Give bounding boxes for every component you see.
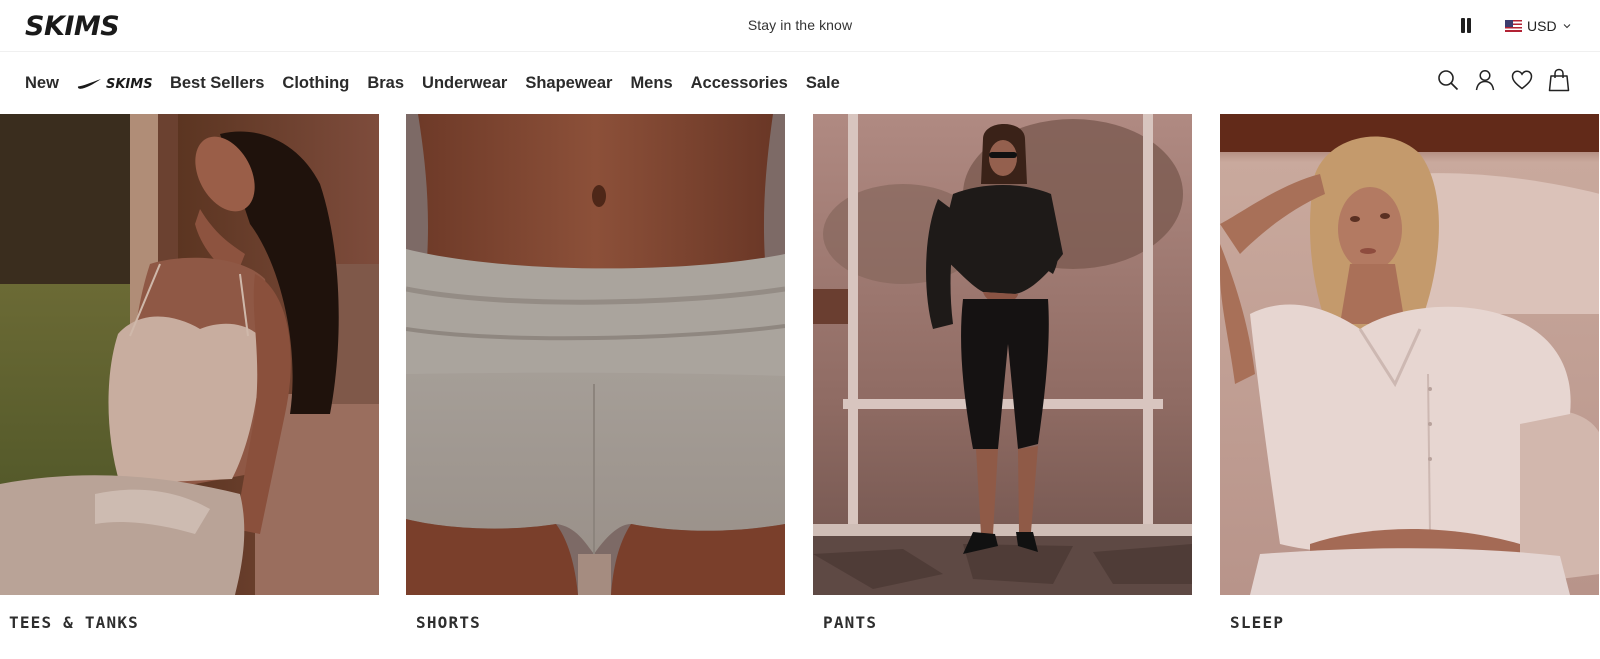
- nav-item-bras[interactable]: Bras: [367, 70, 404, 96]
- tees-tanks-image: [0, 114, 379, 595]
- us-flag-icon: [1505, 20, 1522, 32]
- nav-item-sale[interactable]: Sale: [806, 70, 840, 96]
- category-label: SHORTS: [416, 613, 481, 632]
- shopping-bag-icon[interactable]: [1548, 68, 1570, 92]
- chevron-down-icon: [1563, 24, 1570, 29]
- category-label: TEES & TANKS: [9, 613, 139, 632]
- category-tile-shorts[interactable]: SHORTS: [406, 114, 785, 659]
- category-tile-pants[interactable]: PANTS: [813, 114, 1192, 659]
- nav-item-accessories[interactable]: Accessories: [691, 70, 788, 96]
- nav-item-clothing[interactable]: Clothing: [282, 70, 349, 96]
- sleep-image: [1220, 114, 1599, 595]
- nav-item-shapewear[interactable]: Shapewear: [525, 70, 612, 96]
- announcement-text[interactable]: Stay in the know: [0, 17, 1600, 33]
- nav-menu: New SKIMS Best Sellers Clothing Bras Und…: [25, 70, 858, 96]
- pause-icon[interactable]: [1459, 18, 1473, 33]
- category-label: PANTS: [823, 613, 878, 632]
- search-icon[interactable]: [1437, 68, 1459, 92]
- nav-item-underwear[interactable]: Underwear: [422, 70, 507, 96]
- currency-label: USD: [1527, 18, 1557, 34]
- nav-item-mens[interactable]: Mens: [630, 70, 672, 96]
- nav-item-best-sellers[interactable]: Best Sellers: [170, 70, 264, 96]
- svg-text:SKIMS: SKIMS: [106, 77, 153, 91]
- main-navigation: New SKIMS Best Sellers Clothing Bras Und…: [0, 52, 1600, 114]
- category-tile-sleep[interactable]: SLEEP: [1220, 114, 1599, 659]
- shorts-image: [406, 114, 785, 595]
- category-tile-tees-tanks[interactable]: TEES & TANKS: [0, 114, 379, 659]
- category-label: SLEEP: [1230, 613, 1285, 632]
- nav-item-new[interactable]: New: [25, 70, 59, 96]
- currency-selector[interactable]: USD: [1505, 16, 1571, 36]
- wishlist-heart-icon[interactable]: [1511, 68, 1533, 92]
- category-grid: TEES & TANKS SHORTS PANTS SLEEP: [0, 114, 1600, 659]
- pants-image: [813, 114, 1192, 595]
- announcement-bar: SKIMS Stay in the know USD: [0, 0, 1600, 52]
- nav-item-nike-skims[interactable]: SKIMS: [77, 70, 153, 96]
- nike-skims-logo: SKIMS: [77, 77, 153, 91]
- account-icon[interactable]: [1474, 68, 1496, 92]
- nav-utility-icons: [1437, 68, 1570, 92]
